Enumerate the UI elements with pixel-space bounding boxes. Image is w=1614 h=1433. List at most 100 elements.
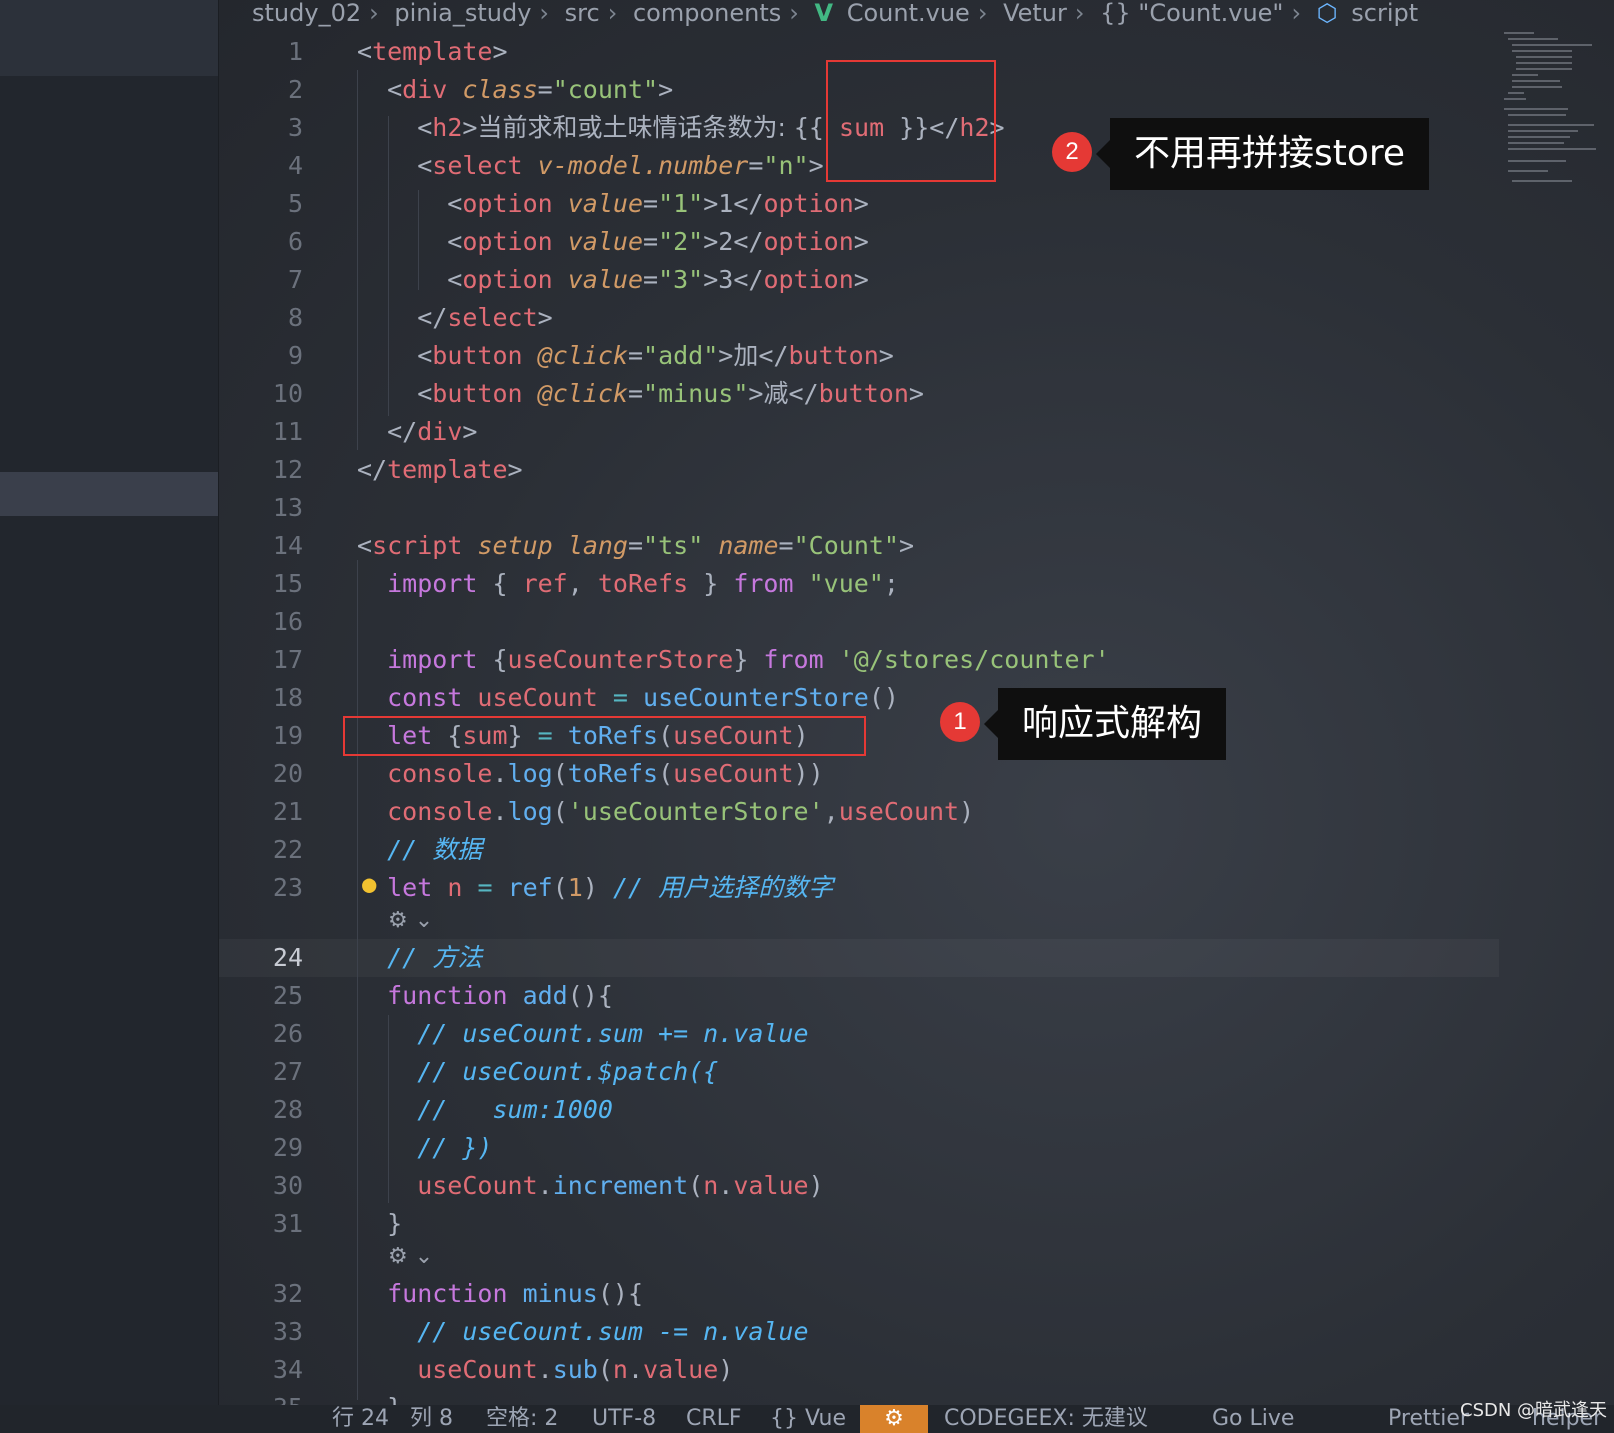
- code-text[interactable]: console.log('useCounterStore',useCount): [357, 793, 974, 831]
- code-line[interactable]: 25 function add(){: [219, 977, 1499, 1015]
- breadcrumb-item[interactable]: {} "Count.vue": [1100, 0, 1283, 27]
- code-line[interactable]: 34 useCount.sub(n.value): [219, 1351, 1499, 1389]
- codegeex-lens-icon[interactable]: ⚙ ⌄: [388, 1244, 433, 1269]
- code-text[interactable]: <option value="2">2</option>: [357, 223, 869, 261]
- code-text[interactable]: // useCount.sum -= n.value: [357, 1313, 808, 1351]
- code-text[interactable]: // sum:1000: [357, 1091, 613, 1129]
- breadcrumb-item[interactable]: Count.vue: [847, 0, 970, 27]
- line-number: 4: [287, 151, 303, 180]
- code-text[interactable]: function minus(){: [357, 1275, 643, 1313]
- status-column[interactable]: 列 8: [410, 1405, 453, 1433]
- status-language[interactable]: {} Vue: [770, 1405, 846, 1433]
- status-golive[interactable]: Go Live: [1212, 1405, 1294, 1433]
- code-line[interactable]: 16: [219, 603, 1499, 641]
- code-line[interactable]: 17 import {useCounterStore} from '@/stor…: [219, 641, 1499, 679]
- code-line[interactable]: 6 <option value="2">2</option>: [219, 223, 1499, 261]
- code-line[interactable]: 32 function minus(){: [219, 1275, 1499, 1313]
- code-line[interactable]: 12 </template>: [219, 451, 1499, 489]
- code-line[interactable]: 5 <option value="1">1</option>: [219, 185, 1499, 223]
- code-text[interactable]: const useCount = useCounterStore(): [357, 679, 899, 717]
- code-line[interactable]: 23 let n = ref(1) // 用户选择的数字: [219, 869, 1499, 907]
- status-line[interactable]: 行 24: [332, 1405, 389, 1433]
- code-line[interactable]: 8 </select>: [219, 299, 1499, 337]
- line-number: 33: [272, 1317, 303, 1346]
- line-number: 29: [272, 1133, 303, 1162]
- status-prettier[interactable]: Prettier: [1388, 1405, 1469, 1433]
- codegeex-icon[interactable]: ⚙: [860, 1405, 928, 1433]
- code-text[interactable]: <button @click="minus">减</button>: [357, 375, 924, 413]
- sidebar-hover-row[interactable]: [0, 472, 218, 516]
- status-bar: 行 24 列 8 空格: 2 UTF-8 CRLF {} Vue ⚙ CODEG…: [0, 1400, 1614, 1433]
- code-line[interactable]: 33 // useCount.sum -= n.value: [219, 1313, 1499, 1351]
- code-line[interactable]: 26 // useCount.sum += n.value: [219, 1015, 1499, 1053]
- code-line[interactable]: 22 // 数据: [219, 831, 1499, 869]
- breadcrumb-item[interactable]: study_02: [252, 0, 361, 27]
- highlight-box-torefs: [343, 716, 866, 756]
- chevron-right-icon: ›: [977, 0, 988, 27]
- code-line[interactable]: 14 <script setup lang="ts" name="Count">: [219, 527, 1499, 565]
- code-line[interactable]: 20 console.log(toRefs(useCount)): [219, 755, 1499, 793]
- code-text[interactable]: <button @click="add">加</button>: [357, 337, 894, 375]
- breadcrumb-item[interactable]: pinia_study: [394, 0, 531, 27]
- minimap[interactable]: [1500, 30, 1610, 190]
- line-number: 15: [272, 569, 303, 598]
- code-line[interactable]: 18 const useCount = useCounterStore(): [219, 679, 1499, 717]
- breadcrumb-item[interactable]: Vetur: [1003, 0, 1067, 27]
- code-line[interactable]: 15 import { ref, toRefs } from "vue";: [219, 565, 1499, 603]
- code-text[interactable]: </select>: [357, 299, 552, 337]
- code-text[interactable]: <script setup lang="ts" name="Count">: [357, 527, 914, 565]
- indent-guide: [357, 560, 358, 1400]
- code-text[interactable]: // 方法: [357, 939, 482, 977]
- code-text[interactable]: </div>: [357, 413, 477, 451]
- code-text[interactable]: <template>: [357, 33, 508, 71]
- code-text[interactable]: // useCount.$patch({: [357, 1053, 718, 1091]
- code-line[interactable]: 31 }: [219, 1205, 1499, 1243]
- line-number: 1: [287, 37, 303, 66]
- code-text[interactable]: }: [357, 1205, 402, 1243]
- code-line[interactable]: 24 // 方法: [219, 939, 1499, 977]
- line-number: 10: [272, 379, 303, 408]
- annotation-badge-1: 1: [940, 702, 980, 742]
- breadcrumb-item[interactable]: script: [1351, 0, 1418, 27]
- code-text[interactable]: // useCount.sum += n.value: [357, 1015, 808, 1053]
- codegeex-lens-icon[interactable]: ⚙ ⌄: [388, 908, 433, 933]
- highlight-box-sum: [826, 60, 996, 182]
- code-line[interactable]: 27 // useCount.$patch({: [219, 1053, 1499, 1091]
- status-codegeex[interactable]: CODEGEEX: 无建议: [944, 1405, 1148, 1433]
- status-eol[interactable]: CRLF: [686, 1405, 742, 1433]
- code-line[interactable]: 28 // sum:1000: [219, 1091, 1499, 1129]
- code-line[interactable]: 7 <option value="3">3</option>: [219, 261, 1499, 299]
- breadcrumb-item[interactable]: src: [565, 0, 600, 27]
- breadcrumb-item[interactable]: components: [633, 0, 781, 27]
- code-text[interactable]: console.log(toRefs(useCount)): [357, 755, 824, 793]
- code-text[interactable]: <select v-model.number="n">: [357, 147, 823, 185]
- code-text[interactable]: useCount.increment(n.value): [357, 1167, 823, 1205]
- code-line[interactable]: 30 useCount.increment(n.value): [219, 1167, 1499, 1205]
- code-text[interactable]: </template>: [357, 451, 523, 489]
- line-number: 11: [272, 417, 303, 446]
- line-number: 30: [272, 1171, 303, 1200]
- code-text[interactable]: useCount.sub(n.value): [357, 1351, 733, 1389]
- chevron-right-icon: ›: [369, 0, 379, 27]
- code-line[interactable]: 13: [219, 489, 1499, 527]
- code-line[interactable]: 21 console.log('useCounterStore',useCoun…: [219, 793, 1499, 831]
- code-text[interactable]: <div class="count">: [357, 71, 673, 109]
- code-text[interactable]: <option value="3">3</option>: [357, 261, 869, 299]
- lightbulb-icon[interactable]: ●: [362, 870, 376, 898]
- code-line[interactable]: 11 </div>: [219, 413, 1499, 451]
- code-text[interactable]: <option value="1">1</option>: [357, 185, 869, 223]
- code-text[interactable]: import {useCounterStore} from '@/stores/…: [357, 641, 1110, 679]
- line-number: 22: [272, 835, 303, 864]
- code-line[interactable]: 10 <button @click="minus">减</button>: [219, 375, 1499, 413]
- status-indent[interactable]: 空格: 2: [486, 1405, 558, 1433]
- status-encoding[interactable]: UTF-8: [592, 1405, 656, 1433]
- code-text[interactable]: let n = ref(1) // 用户选择的数字: [357, 869, 833, 907]
- code-line[interactable]: 29 // }): [219, 1129, 1499, 1167]
- code-text[interactable]: import { ref, toRefs } from "vue";: [357, 565, 899, 603]
- breadcrumb: study_02 › pinia_study › src › components › …: [252, 0, 1424, 26]
- code-text[interactable]: // }): [357, 1129, 492, 1167]
- sidebar-selected-row[interactable]: [0, 0, 218, 76]
- code-line[interactable]: 9 <button @click="add">加</button>: [219, 337, 1499, 375]
- code-text[interactable]: function add(){: [357, 977, 613, 1015]
- code-text[interactable]: // 数据: [357, 831, 482, 869]
